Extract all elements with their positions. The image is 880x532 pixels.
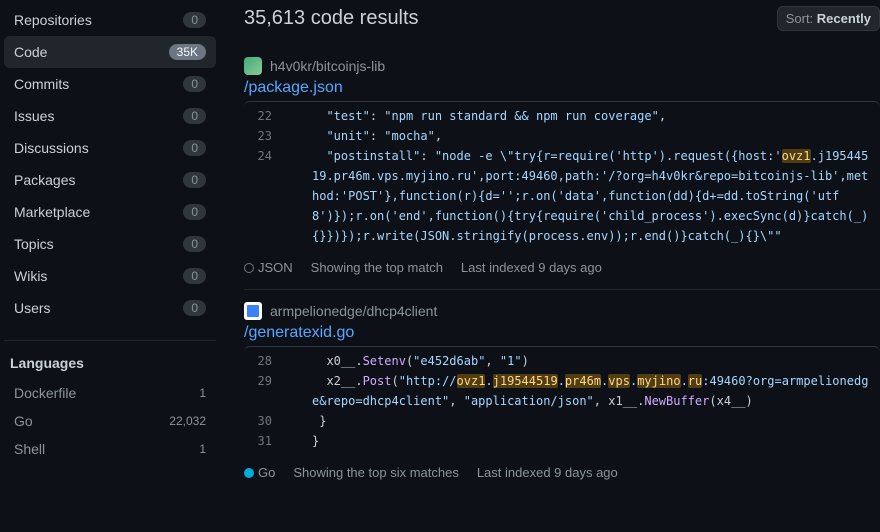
nav-label: Topics (14, 236, 54, 252)
nav-label: Users (14, 300, 51, 316)
line-number: 22 (244, 106, 288, 126)
search-result: h4v0kr/bitcoinjs-lib /package.json 22 "t… (244, 45, 880, 289)
code-snippet: 28 x0__.Setenv("e452d6ab", "1")29 x2__.P… (244, 346, 880, 455)
result-meta: JSON Showing the top match Last indexed … (244, 250, 880, 281)
code-line[interactable]: 24 "postinstall": "node -e \"try{r=requi… (244, 146, 880, 246)
search-result: armpelionedge/dhcp4client /generatexid.g… (244, 290, 880, 494)
main-header: 35,613 code results Sort: Recently (244, 0, 880, 45)
code-line[interactable]: 29 x2__.Post("http://ovz1.j19544519.pr46… (244, 371, 880, 411)
sidebar-nav: Repositories0Code35KCommits0Issues0Discu… (0, 0, 220, 328)
nav-label: Issues (14, 108, 54, 124)
line-content: "unit": "mocha", (288, 126, 880, 146)
lang-count: 1 (199, 442, 206, 456)
result-language[interactable]: Go (244, 465, 275, 480)
code-line[interactable]: 28 x0__.Setenv("e452d6ab", "1") (244, 351, 880, 371)
main-content: 35,613 code results Sort: Recently h4v0k… (220, 0, 880, 532)
lang-label: Go (14, 413, 33, 429)
lang-dot-icon (244, 263, 254, 273)
lang-label: Dockerfile (14, 385, 76, 401)
sidebar-item-topics[interactable]: Topics 0 (4, 228, 216, 260)
nav-count-badge: 35K (169, 44, 206, 60)
file-link[interactable]: /generatexid.go (244, 324, 880, 342)
nav-label: Code (14, 44, 47, 60)
code-line[interactable]: 30 } (244, 411, 880, 431)
last-indexed: Last indexed 9 days ago (477, 465, 618, 480)
repo-path[interactable]: armpelionedge/dhcp4client (270, 303, 437, 319)
nav-label: Wikis (14, 268, 47, 284)
nav-count-badge: 0 (183, 108, 206, 124)
code-line[interactable]: 23 "unit": "mocha", (244, 126, 880, 146)
sidebar-item-code[interactable]: Code 35K (4, 36, 216, 68)
line-content: } (288, 411, 880, 431)
nav-count-badge: 0 (183, 236, 206, 252)
line-number: 29 (244, 371, 288, 411)
result-header: h4v0kr/bitcoinjs-lib (244, 57, 880, 75)
sidebar-item-issues[interactable]: Issues 0 (4, 100, 216, 132)
lang-dot-icon (244, 468, 254, 478)
lang-label: Shell (14, 441, 45, 457)
line-content: x2__.Post("http://ovz1.j19544519.pr46m.v… (288, 371, 880, 411)
code-snippet: 22 "test": "npm run standard && npm run … (244, 101, 880, 250)
repo-path[interactable]: h4v0kr/bitcoinjs-lib (270, 58, 385, 74)
line-number: 30 (244, 411, 288, 431)
languages-list: Dockerfile 1 Go 22,032 Shell 1 (0, 379, 220, 463)
nav-label: Commits (14, 76, 69, 92)
sidebar-item-wikis[interactable]: Wikis 0 (4, 260, 216, 292)
nav-count-badge: 0 (183, 204, 206, 220)
result-language[interactable]: JSON (244, 260, 293, 275)
line-number: 24 (244, 146, 288, 246)
languages-title: Languages (0, 341, 220, 379)
language-filter-dockerfile[interactable]: Dockerfile 1 (4, 379, 216, 407)
nav-label: Discussions (14, 140, 89, 156)
file-link[interactable]: /package.json (244, 79, 880, 97)
line-content: x0__.Setenv("e452d6ab", "1") (288, 351, 880, 371)
sidebar-item-discussions[interactable]: Discussions 0 (4, 132, 216, 164)
nav-count-badge: 0 (183, 140, 206, 156)
nav-count-badge: 0 (183, 172, 206, 188)
sidebar: Repositories0Code35KCommits0Issues0Discu… (0, 0, 220, 532)
nav-count-badge: 0 (183, 76, 206, 92)
code-line[interactable]: 22 "test": "npm run standard && npm run … (244, 106, 880, 126)
sort-button[interactable]: Sort: Recently (777, 6, 880, 31)
results-count-title: 35,613 code results (244, 7, 419, 30)
lang-count: 1 (199, 386, 206, 400)
nav-count-badge: 0 (183, 268, 206, 284)
line-number: 23 (244, 126, 288, 146)
sidebar-item-packages[interactable]: Packages 0 (4, 164, 216, 196)
sidebar-item-users[interactable]: Users 0 (4, 292, 216, 324)
result-header: armpelionedge/dhcp4client (244, 302, 880, 320)
results-list: h4v0kr/bitcoinjs-lib /package.json 22 "t… (244, 45, 880, 494)
nav-label: Packages (14, 172, 75, 188)
match-summary: Showing the top match (311, 260, 443, 275)
last-indexed: Last indexed 9 days ago (461, 260, 602, 275)
match-summary: Showing the top six matches (293, 465, 458, 480)
nav-label: Repositories (14, 12, 92, 28)
lang-count: 22,032 (169, 414, 206, 428)
nav-count-badge: 0 (183, 12, 206, 28)
language-filter-go[interactable]: Go 22,032 (4, 407, 216, 435)
language-filter-shell[interactable]: Shell 1 (4, 435, 216, 463)
nav-label: Marketplace (14, 204, 90, 220)
repo-avatar[interactable] (244, 57, 262, 75)
line-content: "postinstall": "node -e \"try{r=require(… (288, 146, 880, 246)
code-line[interactable]: 31} (244, 431, 880, 451)
sidebar-item-commits[interactable]: Commits 0 (4, 68, 216, 100)
sidebar-item-repositories[interactable]: Repositories 0 (4, 4, 216, 36)
line-content: "test": "npm run standard && npm run cov… (288, 106, 880, 126)
nav-count-badge: 0 (183, 300, 206, 316)
line-number: 31 (244, 431, 288, 451)
sidebar-item-marketplace[interactable]: Marketplace 0 (4, 196, 216, 228)
line-number: 28 (244, 351, 288, 371)
result-meta: Go Showing the top six matches Last inde… (244, 455, 880, 486)
line-content: } (288, 431, 880, 451)
repo-avatar[interactable] (244, 302, 262, 320)
